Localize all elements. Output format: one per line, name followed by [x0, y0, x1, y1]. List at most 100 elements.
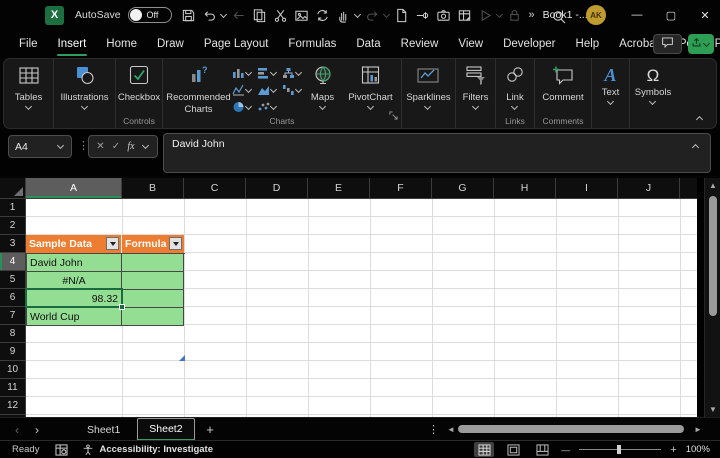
- enter-icon[interactable]: ✓: [112, 141, 120, 152]
- column-header-e[interactable]: E: [308, 178, 370, 199]
- draw-dropdown-icon[interactable]: [354, 10, 361, 17]
- tab-file[interactable]: File: [9, 30, 48, 58]
- scroll-up-icon[interactable]: ▲: [705, 181, 720, 190]
- tab-help[interactable]: Help: [566, 30, 610, 58]
- cell-a4[interactable]: David John: [26, 254, 122, 272]
- new-file-icon[interactable]: [391, 4, 412, 26]
- tab-home[interactable]: Home: [96, 30, 147, 58]
- column-header-partial[interactable]: [680, 178, 697, 199]
- paste-picture-icon[interactable]: [291, 4, 312, 26]
- replace-icon[interactable]: [312, 4, 333, 26]
- tab-review[interactable]: Review: [391, 30, 449, 58]
- tab-formulas[interactable]: Formulas: [278, 30, 346, 58]
- formula-input[interactable]: David John: [163, 133, 711, 173]
- column-header-d[interactable]: D: [246, 178, 308, 199]
- undo-icon[interactable]: [199, 4, 220, 26]
- scroll-left-icon[interactable]: ◄: [447, 418, 455, 441]
- macro-record-icon[interactable]: [55, 444, 68, 456]
- insert-function-icon[interactable]: fx: [127, 141, 134, 152]
- waterfall-chart-icon[interactable]: [282, 84, 303, 96]
- cell-b7[interactable]: [122, 308, 184, 326]
- row-header-7[interactable]: 7: [0, 307, 26, 325]
- zoom-level[interactable]: 100%: [686, 444, 710, 455]
- comments-button[interactable]: [653, 34, 682, 54]
- next-sheet-icon[interactable]: ›: [28, 418, 46, 441]
- table-tool-icon[interactable]: [454, 4, 475, 26]
- symbols-button[interactable]: Ω Symbols: [635, 59, 671, 128]
- charts-dialog-launcher-icon[interactable]: [389, 107, 398, 125]
- filters-button[interactable]: Filters: [463, 59, 489, 128]
- draw-touch-icon[interactable]: [333, 4, 354, 26]
- row-header-3[interactable]: 3: [0, 235, 26, 253]
- bar-chart-icon[interactable]: [257, 67, 278, 79]
- select-all-corner[interactable]: [0, 178, 26, 199]
- name-box[interactable]: A4: [8, 135, 72, 158]
- tab-page-layout[interactable]: Page Layout: [194, 30, 279, 58]
- scroll-down-icon[interactable]: ▼: [705, 405, 720, 414]
- cell-b5[interactable]: [122, 272, 184, 290]
- excel-logo-icon[interactable]: X: [45, 6, 64, 25]
- row-header-4[interactable]: 4: [0, 253, 26, 271]
- illustrations-button[interactable]: Illustrations: [60, 59, 108, 128]
- column-header-b[interactable]: B: [122, 178, 184, 199]
- column-header-a[interactable]: A: [26, 178, 122, 199]
- row-header-5[interactable]: 5: [0, 271, 26, 289]
- accessibility-status[interactable]: Accessibility: Investigate: [99, 444, 213, 455]
- qat-overflow-icon[interactable]: »: [529, 9, 535, 21]
- tab-developer[interactable]: Developer: [493, 30, 565, 58]
- tab-data[interactable]: Data: [346, 30, 390, 58]
- accessibility-icon[interactable]: [82, 444, 94, 456]
- vertical-scroll-thumb[interactable]: [709, 196, 717, 316]
- column-header-i[interactable]: I: [556, 178, 618, 199]
- cut-icon[interactable]: [270, 4, 291, 26]
- pie-chart-icon[interactable]: [232, 101, 253, 113]
- sheet-tab-sheet2[interactable]: Sheet2: [137, 418, 194, 441]
- area-chart-icon[interactable]: [257, 84, 278, 96]
- column-header-c[interactable]: C: [184, 178, 246, 199]
- hierarchy-chart-icon[interactable]: [282, 67, 303, 79]
- search-icon[interactable]: [548, 6, 569, 28]
- table-resize-handle[interactable]: [179, 355, 185, 361]
- row-header-2[interactable]: 2: [0, 217, 26, 235]
- line-chart-icon[interactable]: [232, 84, 253, 96]
- tab-insert[interactable]: Insert: [48, 30, 97, 58]
- column-header-j[interactable]: J: [618, 178, 680, 199]
- sparklines-button[interactable]: Sparklines: [406, 59, 450, 128]
- cell-a7[interactable]: World Cup: [26, 308, 122, 326]
- column-header-h[interactable]: H: [494, 178, 556, 199]
- share-button[interactable]: [688, 34, 714, 54]
- zoom-slider[interactable]: [579, 442, 661, 457]
- scroll-right-icon[interactable]: ►: [694, 418, 702, 441]
- tab-draw[interactable]: Draw: [147, 30, 194, 58]
- column-chart-icon[interactable]: [232, 67, 253, 79]
- table-header-cell[interactable]: Sample Data: [26, 235, 122, 253]
- row-header-11[interactable]: 11: [0, 379, 26, 397]
- fx-dropdown-icon[interactable]: [142, 142, 149, 149]
- autosave-toggle[interactable]: Off: [128, 7, 172, 23]
- row-header-9[interactable]: 9: [0, 343, 26, 361]
- page-layout-view-icon[interactable]: [503, 442, 523, 457]
- undo-dropdown-icon[interactable]: [220, 10, 227, 17]
- horizontal-scroll-thumb[interactable]: [458, 425, 684, 433]
- maximize-button[interactable]: ▢: [656, 0, 686, 30]
- pin-icon[interactable]: [412, 4, 433, 26]
- formula-bar-collapse-icon[interactable]: [692, 144, 699, 151]
- row-header-10[interactable]: 10: [0, 361, 26, 379]
- cell-b6[interactable]: [122, 290, 184, 308]
- row-header-12[interactable]: 12: [0, 397, 26, 415]
- row-header-1[interactable]: 1: [0, 199, 26, 217]
- column-header-f[interactable]: F: [370, 178, 432, 199]
- minimize-button[interactable]: —: [622, 0, 652, 30]
- filter-dropdown-icon[interactable]: [106, 237, 119, 250]
- copy-icon[interactable]: [249, 4, 270, 26]
- filter-dropdown-icon[interactable]: [169, 237, 182, 250]
- add-sheet-icon[interactable]: +: [200, 418, 220, 441]
- zoom-out-icon[interactable]: —: [561, 445, 570, 455]
- table-header-cell[interactable]: Formula: [122, 235, 184, 253]
- prev-sheet-icon[interactable]: ‹: [8, 418, 26, 441]
- avatar[interactable]: AK: [586, 5, 606, 25]
- tables-button[interactable]: Tables: [15, 59, 42, 128]
- cancel-icon[interactable]: ✕: [96, 141, 104, 152]
- page-break-view-icon[interactable]: [532, 442, 552, 457]
- cell-area[interactable]: Sample Data Formula David John #N/A: [26, 199, 697, 417]
